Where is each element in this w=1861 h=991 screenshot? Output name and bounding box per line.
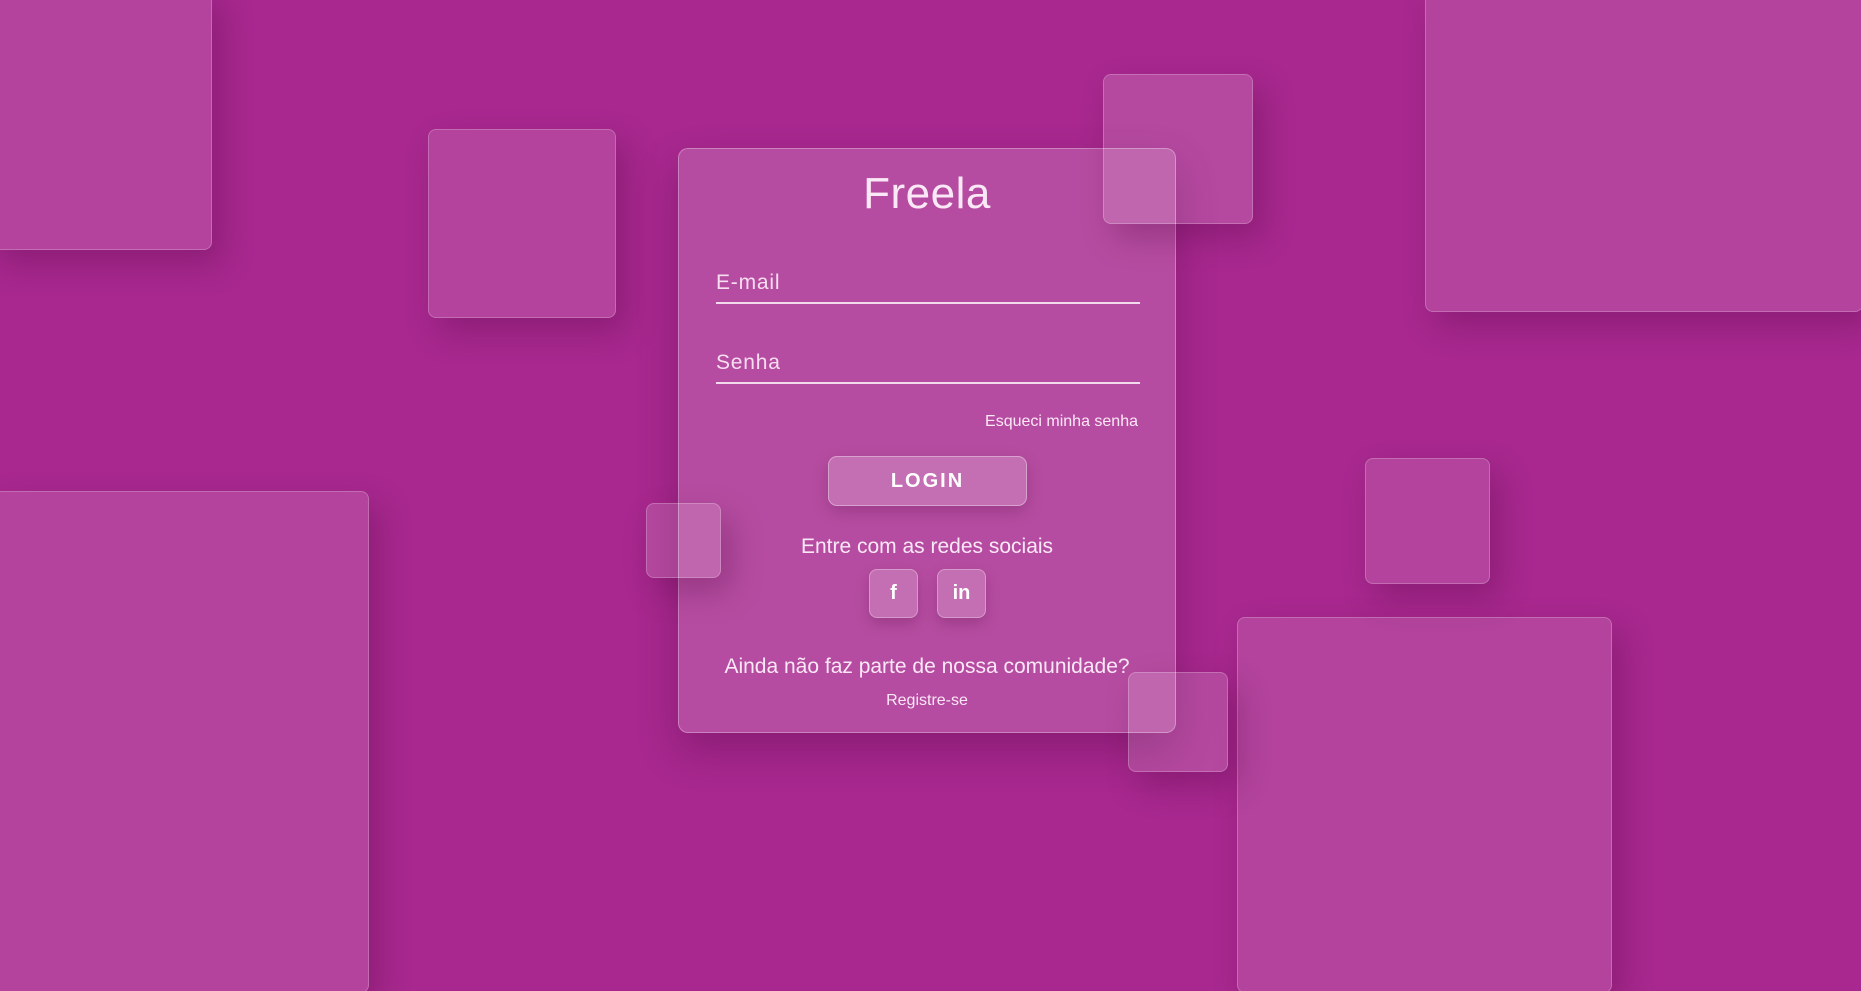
- forgot-password-link[interactable]: Esqueci minha senha: [985, 413, 1138, 431]
- register-link[interactable]: Registre-se: [679, 692, 1175, 710]
- background-square: [1128, 672, 1228, 772]
- background-square: [1103, 74, 1253, 224]
- community-prompt: Ainda não faz parte de nossa comunidade?: [724, 655, 1130, 678]
- facebook-login-button[interactable]: f: [869, 569, 918, 618]
- background-square: [1237, 617, 1612, 991]
- email-input[interactable]: [716, 268, 1140, 304]
- linkedin-login-button[interactable]: in: [937, 569, 986, 618]
- background-square: [1365, 458, 1490, 584]
- linkedin-icon: in: [952, 582, 971, 604]
- login-button[interactable]: LOGIN: [828, 456, 1027, 506]
- facebook-icon: f: [890, 582, 897, 604]
- app-title: Freela: [863, 169, 991, 218]
- background-square: [646, 503, 721, 578]
- login-card: Freela Esqueci minha senha LOGIN Entre c…: [678, 148, 1176, 733]
- background-square: [0, 491, 369, 991]
- password-input[interactable]: [716, 348, 1140, 384]
- social-login-label: Entre com as redes sociais: [800, 535, 1054, 558]
- background-square: [428, 129, 616, 318]
- background-square: [0, 0, 212, 250]
- background-square: [1425, 0, 1861, 312]
